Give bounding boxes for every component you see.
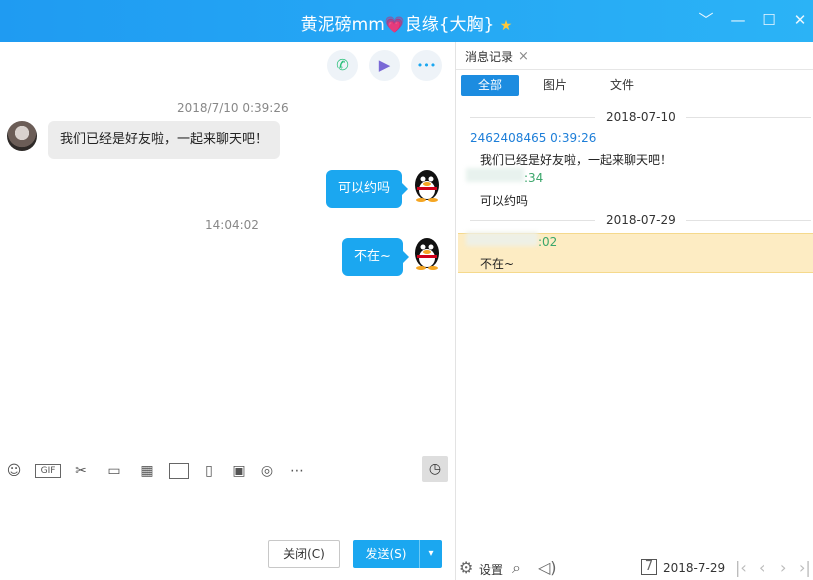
dropdown-icon[interactable]: ﹀ bbox=[694, 8, 718, 32]
filter-files[interactable]: 文件 bbox=[600, 75, 644, 96]
outgoing-message-bubble[interactable]: 不在~ bbox=[342, 238, 409, 276]
history-date-picker[interactable]: 2018-7-29 bbox=[663, 561, 725, 575]
first-page-icon[interactable]: |‹ bbox=[735, 558, 747, 577]
message-input-area[interactable] bbox=[0, 486, 455, 536]
more-options-button[interactable]: ••• bbox=[411, 50, 442, 81]
history-message[interactable]: 不在~ bbox=[480, 255, 514, 272]
next-page-icon[interactable]: › bbox=[780, 558, 786, 577]
title-bar: 黄泥磅mm💗良缘{大胸} ★ ﹀ — ☐ ✕ bbox=[0, 0, 813, 42]
redacted-sender bbox=[466, 168, 524, 182]
tab-label: 消息记录 bbox=[465, 50, 514, 64]
red-packet-icon[interactable]: ▣ bbox=[230, 462, 248, 480]
qq-penguin-avatar-icon[interactable] bbox=[412, 168, 442, 202]
contact-name: 黄泥磅mm bbox=[300, 15, 385, 35]
message-timestamp: 2018/7/10 0:39:26 bbox=[177, 101, 289, 115]
calendar-icon[interactable]: 7 bbox=[641, 559, 657, 575]
folder-icon[interactable]: ▭ bbox=[104, 462, 124, 480]
minimize-button[interactable]: — bbox=[726, 8, 750, 32]
voice-message-icon[interactable]: ◎ bbox=[258, 462, 276, 480]
history-message[interactable]: 我们已经是好友啦，一起来聊天吧！ bbox=[480, 151, 672, 168]
more-tools-icon[interactable]: ⋯ bbox=[288, 462, 306, 480]
history-time: :34 bbox=[524, 171, 544, 185]
date-separator-line bbox=[686, 117, 811, 118]
history-date: 2018-07-10 bbox=[606, 110, 676, 124]
history-date: 2018-07-29 bbox=[606, 213, 676, 227]
star-icon: ★ bbox=[499, 18, 513, 34]
maximize-button[interactable]: ☐ bbox=[757, 8, 781, 32]
emoji-icon[interactable]: ☺ bbox=[5, 462, 23, 480]
settings-icon[interactable]: ⚙ bbox=[459, 558, 473, 577]
chat-title: 黄泥磅mm💗良缘{大胸} ★ bbox=[0, 10, 813, 35]
date-separator-line bbox=[470, 117, 595, 118]
message-timestamp: 14:04:02 bbox=[205, 218, 259, 232]
screenshot-scissors-icon[interactable]: ✂ bbox=[72, 462, 90, 480]
tab-message-history[interactable]: 消息记录 × bbox=[460, 44, 541, 71]
image-icon[interactable] bbox=[169, 463, 189, 479]
contact-avatar[interactable] bbox=[7, 121, 37, 151]
close-tab-icon[interactable]: × bbox=[518, 44, 529, 70]
last-page-icon[interactable]: ›| bbox=[799, 558, 811, 577]
file-transfer-icon[interactable]: ▦ bbox=[138, 462, 156, 480]
history-sender: 2462408465 0:39:26 bbox=[470, 131, 597, 145]
history-clock-icon[interactable]: ◷ bbox=[422, 456, 448, 482]
qq-penguin-avatar-icon[interactable] bbox=[412, 236, 442, 270]
close-button[interactable]: 关闭(C) bbox=[268, 540, 340, 568]
contact-remark: 良缘{大胸} bbox=[404, 15, 495, 35]
search-icon[interactable]: ⌕ bbox=[512, 558, 521, 578]
filter-all[interactable]: 全部 bbox=[461, 75, 519, 96]
outgoing-message-bubble[interactable]: 可以约吗 bbox=[326, 170, 409, 208]
heart-icon: 💗 bbox=[384, 15, 405, 34]
shake-icon[interactable]: ▯ bbox=[200, 462, 218, 480]
history-time: :02 bbox=[538, 235, 558, 249]
video-call-button[interactable]: ▶ bbox=[369, 50, 400, 81]
phone-call-button[interactable]: ✆ bbox=[327, 50, 358, 81]
history-message[interactable]: 可以约吗 bbox=[480, 192, 528, 209]
send-button[interactable]: 发送(S) bbox=[353, 540, 419, 568]
date-separator-line bbox=[470, 220, 595, 221]
settings-label[interactable]: 设置 bbox=[479, 561, 503, 578]
close-window-button[interactable]: ✕ bbox=[788, 8, 812, 32]
gif-icon[interactable]: GIF bbox=[35, 464, 61, 478]
date-separator-line bbox=[686, 220, 811, 221]
speaker-icon[interactable]: ◁) bbox=[538, 558, 557, 577]
tab-underline bbox=[456, 69, 813, 70]
incoming-message-bubble[interactable]: 我们已经是好友啦，一起来聊天吧！ bbox=[48, 121, 281, 159]
redacted-sender bbox=[466, 232, 538, 246]
send-options-dropdown[interactable]: ▾ bbox=[419, 540, 442, 568]
previous-page-icon[interactable]: ‹ bbox=[759, 558, 765, 577]
filter-images[interactable]: 图片 bbox=[533, 75, 577, 96]
